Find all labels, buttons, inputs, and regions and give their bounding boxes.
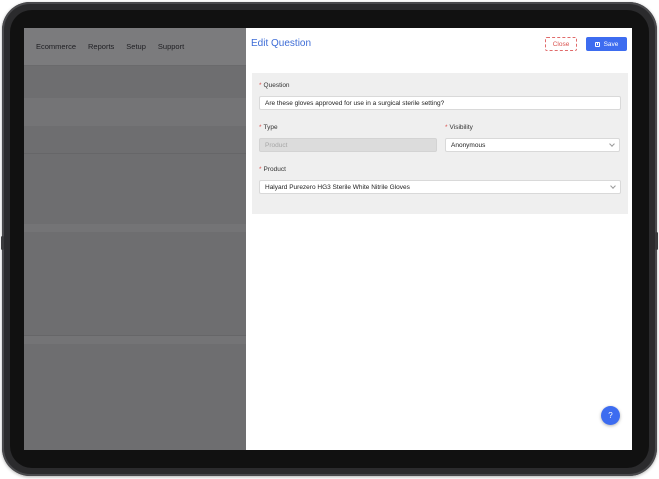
visibility-select[interactable]: Anonymous: [445, 138, 620, 152]
visibility-value: Anonymous: [451, 141, 486, 149]
nav-item-reports[interactable]: Reports: [88, 42, 114, 51]
chevron-down-icon: [609, 141, 615, 147]
type-value: Product: [265, 141, 288, 149]
background-app-overlay[interactable]: Ecommerce Reports Setup Support: [24, 28, 246, 450]
background-section-band: [24, 224, 246, 232]
save-button-label: Save: [603, 40, 619, 48]
required-mark: *: [259, 166, 262, 173]
question-value: Are these gloves approved for use in a s…: [265, 99, 445, 107]
chevron-down-icon: [610, 183, 616, 189]
save-icon: [594, 41, 600, 47]
panel-title: Edit Question: [251, 38, 312, 49]
nav-item-support[interactable]: Support: [158, 42, 184, 51]
product-label: * Product: [259, 166, 286, 173]
tablet-side-button: [1, 236, 4, 250]
product-value: Halyard Purezero HG3 Sterile White Nitri…: [265, 183, 410, 191]
question-form: * Question Are these gloves approved for …: [252, 73, 628, 214]
save-button[interactable]: Save: [586, 37, 627, 51]
help-icon: ?: [608, 411, 613, 420]
edit-question-panel: Edit Question Close Save * Question Are t…: [246, 28, 632, 450]
required-mark: *: [259, 82, 262, 89]
required-mark: *: [445, 124, 448, 131]
question-label: * Question: [259, 82, 290, 89]
tablet-camera: [655, 232, 658, 250]
background-divider: [24, 153, 246, 154]
nav-item-setup[interactable]: Setup: [126, 42, 146, 51]
required-mark: *: [259, 124, 262, 131]
panel-header: Edit Question Close Save: [246, 28, 632, 62]
visibility-label: * Visibility: [445, 124, 473, 131]
nav-item-ecommerce[interactable]: Ecommerce: [36, 42, 76, 51]
close-button[interactable]: Close: [545, 37, 577, 51]
product-select[interactable]: Halyard Purezero HG3 Sterile White Nitri…: [259, 180, 621, 194]
type-select: Product: [259, 138, 437, 152]
background-section-band: [24, 98, 246, 126]
help-button[interactable]: ?: [601, 406, 620, 425]
type-label: * Type: [259, 124, 278, 131]
background-section-band: [24, 336, 246, 344]
question-input[interactable]: Are these gloves approved for use in a s…: [259, 96, 621, 110]
screen: Ecommerce Reports Setup Support Edit Que…: [24, 28, 632, 450]
top-navigation: Ecommerce Reports Setup Support: [24, 28, 246, 66]
